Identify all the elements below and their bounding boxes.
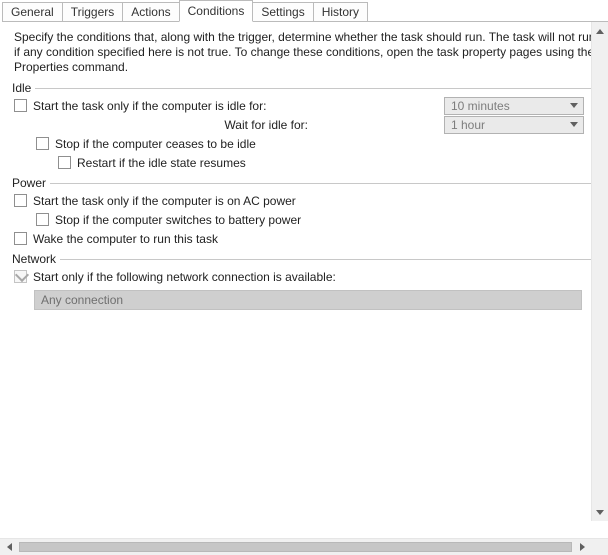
tab-general[interactable]: General [2, 2, 63, 22]
combo-idle-wait[interactable]: 1 hour [444, 116, 584, 134]
checkbox-start-only-network[interactable] [14, 270, 27, 283]
idle-header: Idle [12, 81, 35, 95]
horizontal-scrollbar-thumb[interactable] [19, 542, 572, 552]
tab-conditions[interactable]: Conditions [179, 0, 254, 22]
tab-actions[interactable]: Actions [122, 2, 179, 22]
checkbox-wake-to-run[interactable] [14, 232, 27, 245]
power-header: Power [12, 176, 50, 190]
description-line: Properties command. [14, 60, 606, 75]
conditions-description: Specify the conditions that, along with … [14, 30, 606, 75]
label-wake-to-run: Wake the computer to run this task [33, 232, 218, 246]
description-line: Specify the conditions that, along with … [14, 30, 606, 45]
checkbox-stop-on-battery[interactable] [36, 213, 49, 226]
checkbox-stop-ceases-idle[interactable] [36, 137, 49, 150]
scroll-down-button[interactable] [592, 504, 608, 521]
content-area: Specify the conditions that, along with … [0, 22, 608, 555]
label-start-only-idle: Start the task only if the computer is i… [33, 99, 266, 113]
horizontal-scrollbar[interactable] [0, 538, 608, 555]
vertical-scrollbar-track[interactable] [592, 39, 608, 504]
combo-idle-wait-value: 1 hour [451, 118, 485, 132]
scroll-right-button[interactable] [574, 539, 591, 555]
tabstrip-spacer [367, 2, 608, 22]
section-rule [60, 259, 606, 260]
tabstrip: General Triggers Actions Conditions Sett… [0, 0, 608, 22]
checkbox-start-only-ac[interactable] [14, 194, 27, 207]
tab-history[interactable]: History [313, 2, 368, 22]
network-header: Network [12, 252, 60, 266]
label-restart-idle-resumes: Restart if the idle state resumes [77, 156, 246, 170]
scroll-left-button[interactable] [0, 539, 17, 555]
scrollbar-corner [591, 539, 608, 555]
label-start-only-ac: Start the task only if the computer is o… [33, 194, 296, 208]
combo-idle-duration[interactable]: 10 minutes [444, 97, 584, 115]
checkbox-start-only-idle[interactable] [14, 99, 27, 112]
horizontal-scrollbar-track[interactable] [17, 539, 574, 555]
checkbox-restart-idle-resumes[interactable] [58, 156, 71, 169]
network-section: Network Start only if the following netw… [14, 252, 606, 312]
power-section: Power Start the task only if the compute… [14, 176, 606, 250]
section-rule [35, 88, 606, 89]
vertical-scrollbar[interactable] [591, 22, 608, 521]
section-rule [50, 183, 606, 184]
tab-settings[interactable]: Settings [252, 2, 313, 22]
task-conditions-panel: General Triggers Actions Conditions Sett… [0, 0, 608, 555]
chevron-down-icon [567, 118, 581, 132]
label-stop-ceases-idle: Stop if the computer ceases to be idle [55, 137, 256, 151]
tab-triggers[interactable]: Triggers [62, 2, 124, 22]
combo-network-connection-value: Any connection [41, 293, 123, 307]
label-wait-for-idle: Wait for idle for: [224, 118, 308, 132]
chevron-down-icon [567, 99, 581, 113]
idle-section: Idle Start the task only if the computer… [14, 81, 606, 174]
combo-network-connection[interactable]: Any connection [34, 290, 582, 310]
description-line: if any condition specified here is not t… [14, 45, 606, 60]
label-start-only-network: Start only if the following network conn… [33, 270, 336, 284]
scroll-up-button[interactable] [592, 22, 608, 39]
combo-idle-duration-value: 10 minutes [451, 99, 510, 113]
label-stop-on-battery: Stop if the computer switches to battery… [55, 213, 301, 227]
